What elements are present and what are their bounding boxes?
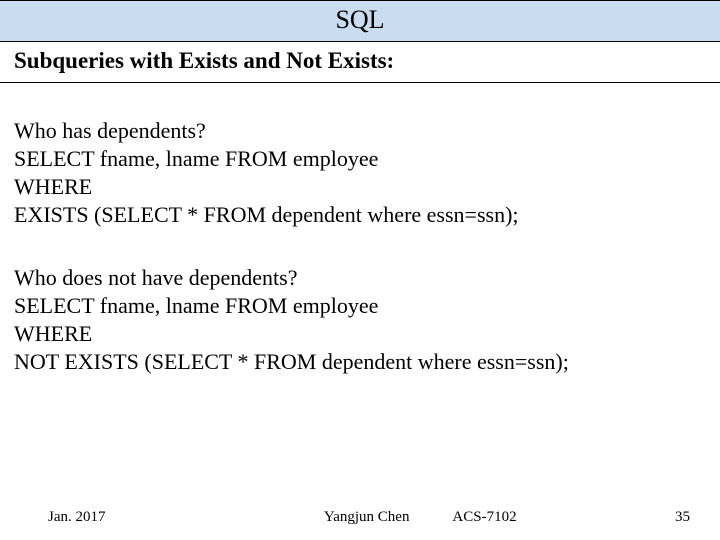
sql-line: SELECT fname, lname FROM employee [14,292,706,320]
footer: Jan. 2017 Yangjun Chen ACS-7102 35 [0,509,720,526]
section-heading-text: Subqueries with Exists and Not Exists: [14,48,394,73]
question-text: Who does not have dependents? [14,264,706,292]
sql-line: WHERE [14,320,706,348]
question-text: Who has dependents? [14,117,706,145]
slide-title: SQL [335,5,384,34]
footer-page-number: 35 [675,509,690,526]
title-band: SQL [0,0,720,42]
footer-center: Yangjun Chen ACS-7102 [106,509,676,526]
footer-author: Yangjun Chen [324,509,410,526]
example-block-2: Who does not have dependents? SELECT fna… [14,264,706,377]
footer-course: ACS-7102 [452,509,516,525]
footer-date: Jan. 2017 [48,509,106,526]
section-heading: Subqueries with Exists and Not Exists: [0,42,720,83]
example-block-1: Who has dependents? SELECT fname, lname … [14,117,706,230]
sql-line: WHERE [14,173,706,201]
sql-line: SELECT fname, lname FROM employee [14,145,706,173]
slide: SQL Subqueries with Exists and Not Exist… [0,0,720,540]
sql-line: NOT EXISTS (SELECT * FROM dependent wher… [14,348,706,376]
body-area: Who has dependents? SELECT fname, lname … [0,117,720,376]
sql-line: EXISTS (SELECT * FROM dependent where es… [14,201,706,229]
